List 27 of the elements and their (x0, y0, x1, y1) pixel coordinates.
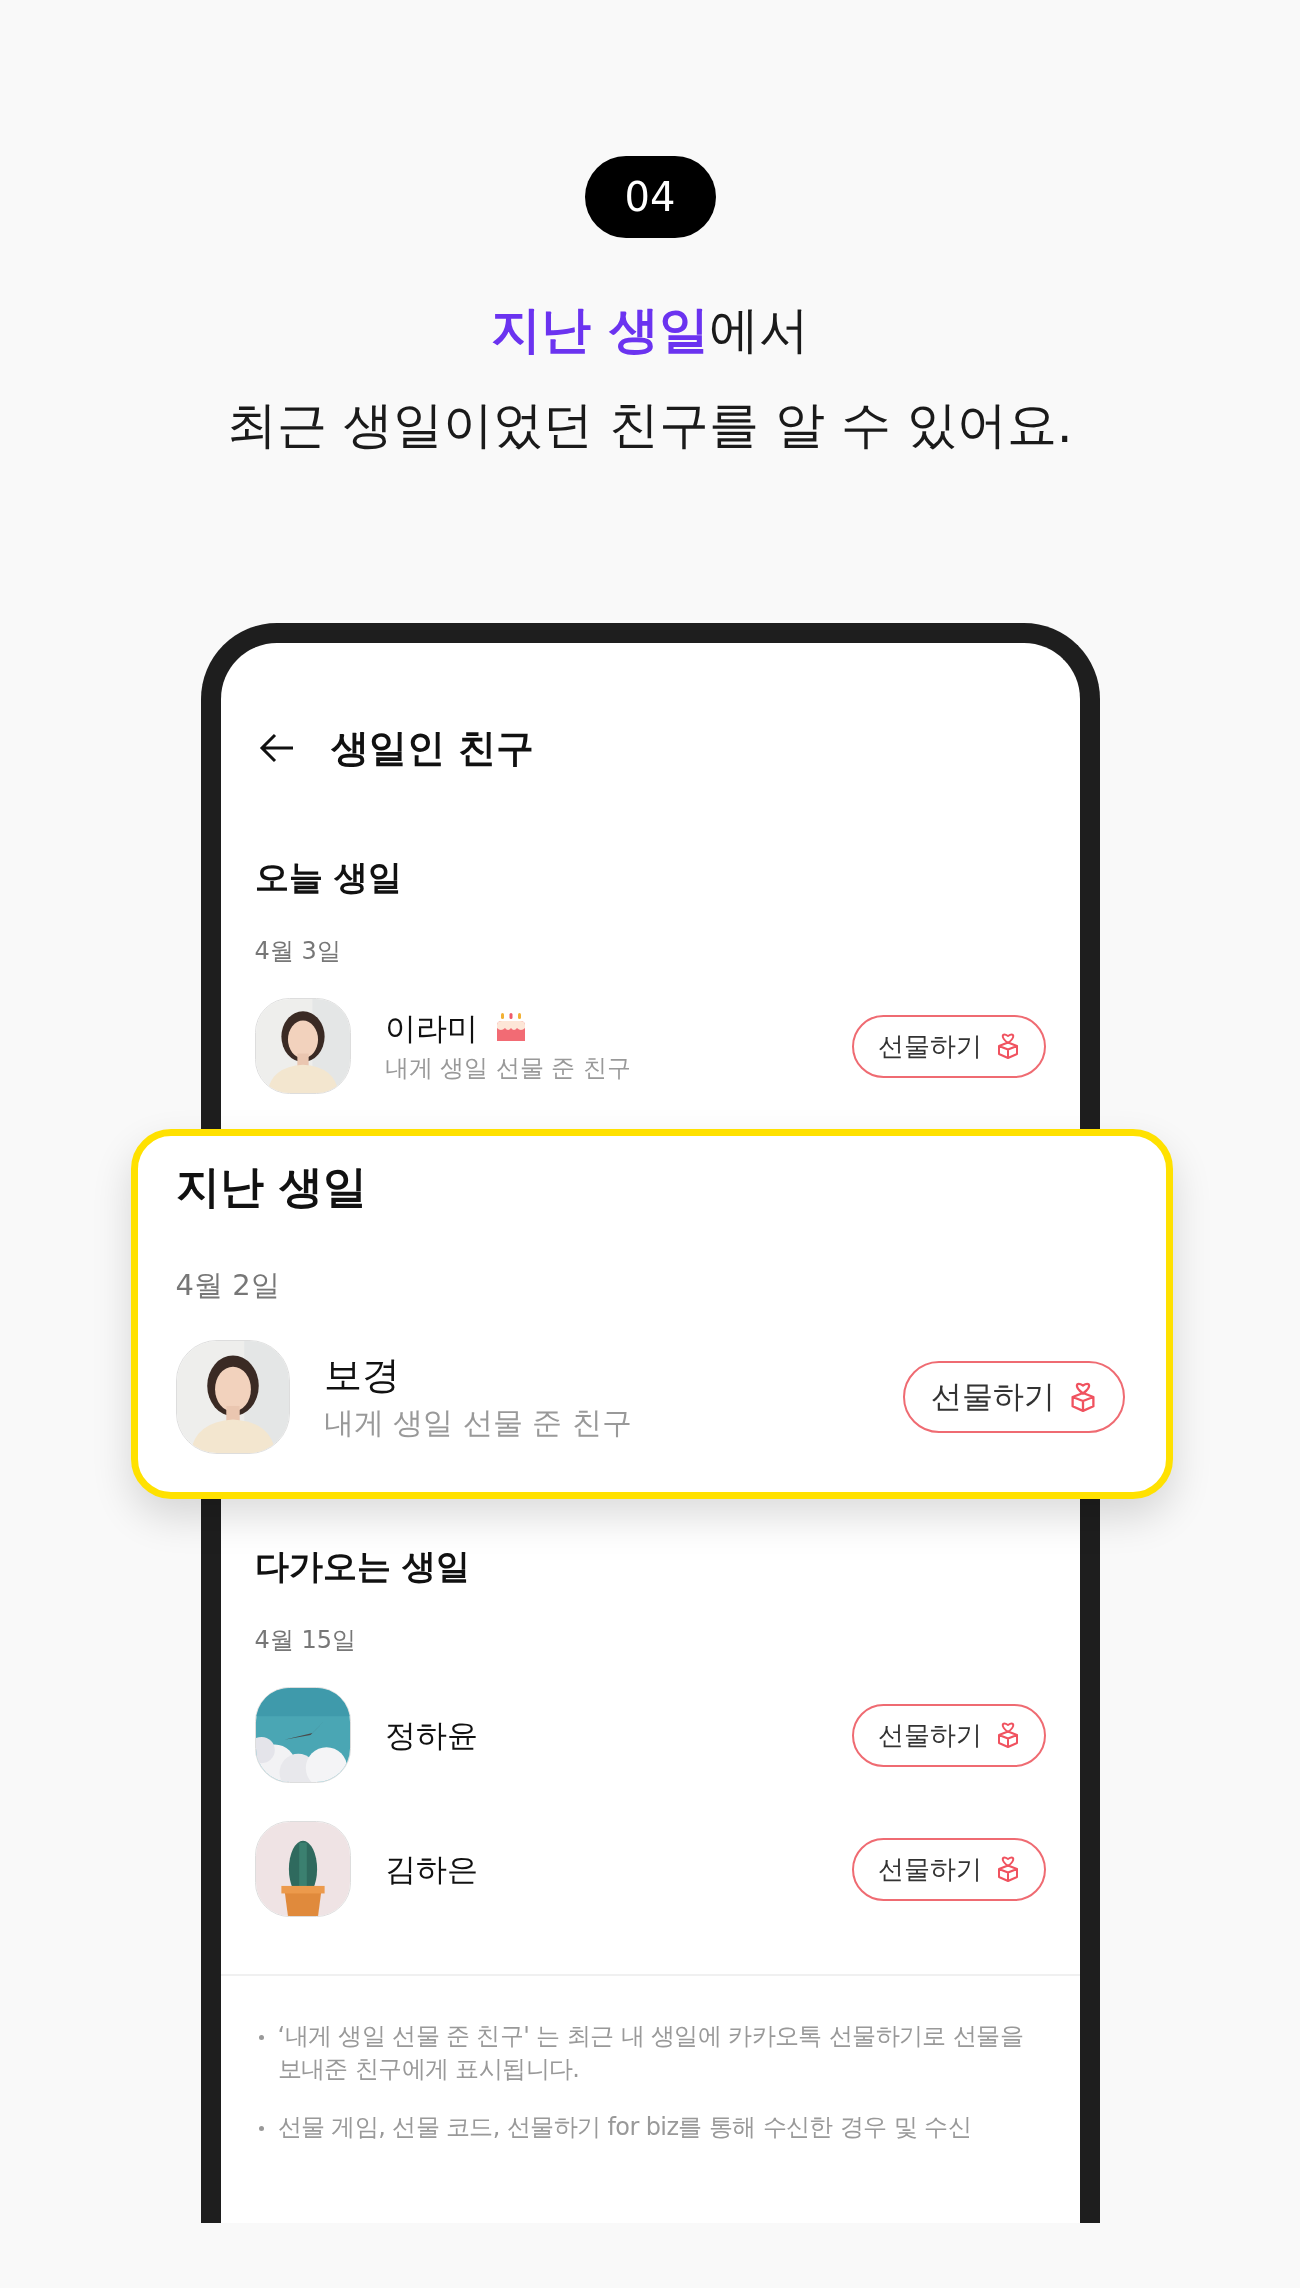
date-label: 4월 3일 (254, 936, 342, 966)
gift-box-icon (1068, 1382, 1097, 1412)
gift-box-icon (995, 1856, 1020, 1882)
friend-note: 내게 생일 선물 준 친구 (384, 1053, 632, 1084)
date-label: 4월 15일 (254, 1625, 357, 1655)
bullet-icon (258, 2126, 264, 2131)
date-label: 4월 2일 (175, 1267, 281, 1303)
gift-button[interactable]: 선물하기 (902, 1361, 1125, 1433)
gift-box-icon (995, 1722, 1020, 1748)
section-heading: 지난 생일 (175, 1160, 368, 1214)
friend-name: 정하윤 (384, 1716, 478, 1755)
section-heading: 오늘 생일 (254, 856, 404, 899)
step-badge: 04 (584, 156, 716, 238)
friend-name: 보경 (323, 1351, 400, 1399)
friend-name: 이라미 (384, 1009, 478, 1048)
screen-title: 생일인 친구 (330, 724, 534, 772)
gift-button[interactable]: 선물하기 (851, 1837, 1046, 1901)
gift-button[interactable]: 선물하기 (851, 1703, 1046, 1767)
headline: 지난 생일에서 최근 생일이었던 친구를 알 수 있어요. (227, 300, 1073, 456)
gift-button[interactable]: 선물하기 (851, 1014, 1046, 1078)
notice-text: 선물 게임, 선물 코드, 선물하기 for biz를 통해 수신한 경우 및 수신 (277, 2112, 971, 2143)
gift-box-icon (995, 1033, 1020, 1059)
friend-note: 내게 생일 선물 준 친구 (323, 1403, 633, 1442)
section-heading: 다가오는 생일 (254, 1545, 472, 1588)
friend-name: 김하은 (384, 1850, 478, 1889)
bullet-icon (258, 2035, 264, 2040)
notice-text: ‘내게 생일 선물 준 친구' 는 최근 내 생일에 카카오톡 선물하기로 선물을 보내준 친구에게 표시됩니다. (277, 2021, 1025, 2085)
